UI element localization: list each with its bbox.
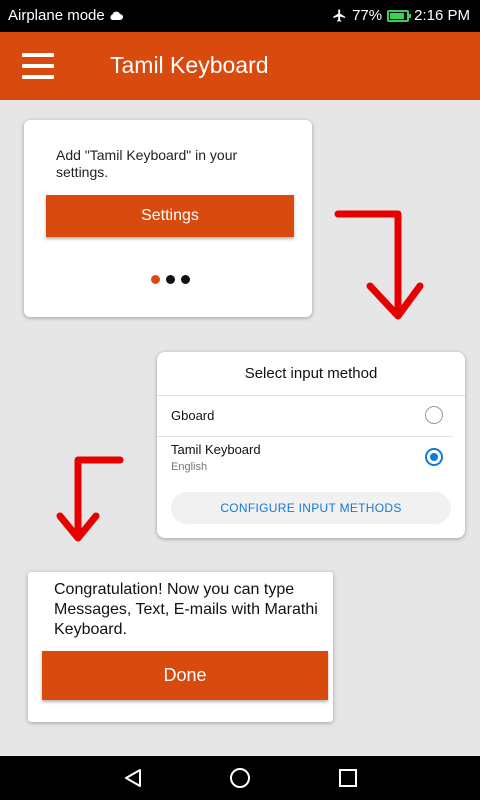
dialog-title: Select input method	[244, 365, 378, 382]
clock: 2:16 PM	[414, 7, 470, 24]
pager-dot-2	[166, 275, 175, 284]
home-icon[interactable]	[229, 767, 251, 789]
arrow-down-right-icon	[334, 210, 424, 320]
option-tamil-radio[interactable]	[425, 448, 443, 466]
option-tamil-sublabel: English	[171, 461, 208, 473]
recents-icon[interactable]	[337, 767, 359, 789]
status-bar: Airplane mode 77% 2:16 PM	[0, 0, 480, 32]
app-bar: Tamil Keyboard	[0, 32, 480, 100]
option-gboard-radio[interactable]	[425, 406, 443, 424]
step1-card: Add "Tamil Keyboard" in your settings. S…	[24, 120, 312, 317]
battery-icon	[387, 9, 412, 22]
airplane-mode-label: Airplane mode	[8, 7, 105, 24]
dialog-divider	[157, 395, 465, 396]
pager-dot-1	[151, 275, 160, 284]
congratulation-text: Congratulation! Now you can type Message…	[54, 581, 318, 638]
status-right: 77% 2:16 PM	[332, 7, 470, 24]
input-method-dialog: Select input method Gboard Tamil Keyboar…	[157, 352, 465, 538]
hamburger-menu-icon[interactable]	[22, 53, 54, 79]
battery-percent: 77%	[352, 7, 383, 24]
pager-dots	[151, 275, 190, 284]
navigation-bar	[0, 756, 480, 800]
step1-text: Add "Tamil Keyboard" in your settings.	[56, 147, 238, 180]
airplane-icon	[333, 9, 346, 22]
settings-button[interactable]: Settings	[46, 195, 294, 237]
arrow-down-left-icon	[56, 456, 124, 542]
back-icon[interactable]	[122, 767, 144, 789]
option-gboard-label[interactable]: Gboard	[171, 408, 214, 423]
cloud-icon	[110, 11, 123, 20]
option-tamil-label[interactable]: Tamil Keyboard	[171, 442, 261, 457]
option-divider	[157, 436, 453, 437]
page-title: Tamil Keyboard	[110, 52, 269, 78]
configure-input-methods-button[interactable]: CONFIGURE INPUT METHODS	[171, 492, 451, 524]
status-left: Airplane mode	[8, 7, 124, 24]
step3-card: Congratulation! Now you can type Message…	[28, 572, 333, 722]
pager-dot-3	[181, 275, 190, 284]
done-button[interactable]: Done	[42, 651, 328, 700]
